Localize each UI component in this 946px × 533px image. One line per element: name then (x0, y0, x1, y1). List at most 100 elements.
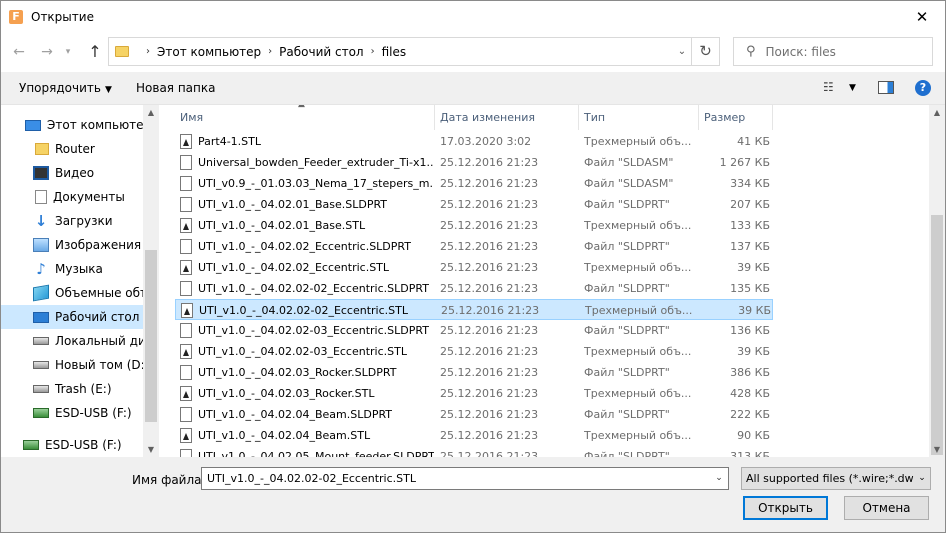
table-row[interactable]: UTI_v1.0_-_04.02.01_Base.SLDPRT 25.12.201… (175, 194, 773, 215)
file-date: 25.12.2016 21:23 (440, 408, 539, 421)
table-row[interactable]: UTI_v1.0_-_04.02.02-02_Eccentric.STL 25.1… (175, 299, 773, 320)
chevron-down-icon[interactable]: ⌄ (673, 38, 691, 65)
close-button[interactable]: ✕ (899, 1, 945, 32)
breadcrumb-this-pc[interactable]: Этот компьютер (157, 45, 261, 59)
preview-pane-icon[interactable] (878, 81, 894, 94)
scroll-up-icon[interactable]: ▲ (143, 105, 159, 121)
scrollbar-thumb[interactable] (145, 250, 157, 422)
sidebar-scrollbar[interactable]: ▲ ▼ (143, 105, 159, 458)
file-size: 428 КБ (730, 387, 770, 400)
sidebar-item-drive-e[interactable]: Trash (E:) (1, 377, 143, 401)
file-name: Part4-1.STL (180, 131, 434, 152)
address-bar[interactable]: › Этот компьютер › Рабочий стол › files … (108, 37, 720, 66)
file-date: 25.12.2016 21:23 (440, 429, 539, 442)
new-folder-button[interactable]: Новая папка (136, 81, 215, 95)
sidebar-item-music[interactable]: ♪ Музыка (1, 257, 143, 281)
file-name-text: UTI_v1.0_-_04.02.01_Base.STL (198, 219, 366, 232)
chevron-right-icon[interactable]: › (268, 46, 272, 57)
cancel-button[interactable]: Отмена (844, 496, 929, 520)
sidebar-item-downloads[interactable]: ↓ Загрузки (1, 209, 143, 233)
table-row[interactable]: Part4-1.STL 17.03.2020 3:02 Трехмерный объ… (175, 131, 773, 152)
main-area: Этот компьютер Router Видео Документы ↓ З… (1, 104, 945, 458)
sidebar-item-label: ESD-USB (F:) (45, 438, 122, 452)
sidebar-item-drive-f[interactable]: ESD-USB (F:) (1, 401, 143, 425)
breadcrumb-desktop[interactable]: Рабочий стол (279, 45, 363, 59)
table-row[interactable]: UTI_v1.0_-_04.02.02_Eccentric.SLDPRT 25.1… (175, 236, 773, 257)
search-input[interactable]: ⚲ Поиск: files (733, 37, 933, 66)
3d-objects-icon (33, 284, 49, 302)
chevron-down-icon[interactable]: ⌄ (914, 468, 930, 489)
table-row[interactable]: UTI_v1.0_-_04.02.03_Rocker.SLDPRT 25.12.2… (175, 362, 773, 383)
open-button[interactable]: Открыть (743, 496, 828, 520)
file-size: 137 КБ (730, 240, 770, 253)
file-date: 17.03.2020 3:02 (440, 135, 532, 148)
file-size: 207 КБ (730, 198, 770, 211)
breadcrumb-files[interactable]: files (382, 45, 407, 59)
sidebar-item-this-pc[interactable]: Этот компьютер (1, 113, 143, 137)
file-type: Файл "SLDPRT" (584, 240, 670, 253)
file-name-text: UTI_v1.0_-_04.02.04_Beam.STL (198, 429, 371, 442)
sidebar-item-pictures[interactable]: Изображения (1, 233, 143, 257)
view-options-icon[interactable]: ☷ (823, 80, 834, 94)
filename-value: UTI_v1.0_-_04.02.02-02_Eccentric.STL (207, 472, 416, 485)
file-type: Файл "SLDASM" (584, 177, 674, 190)
file-size: 386 КБ (730, 366, 770, 379)
table-row[interactable]: UTI_v1.0_-_04.02.02-02_Eccentric.SLDPRT 2… (175, 278, 773, 299)
scroll-down-icon[interactable]: ▼ (143, 442, 159, 458)
file-name-text: UTI_v1.0_-_04.02.02-03_Eccentric.STL (198, 345, 407, 358)
documents-icon (35, 190, 47, 204)
column-size[interactable]: Размер (699, 105, 773, 130)
stl-file-icon (180, 428, 192, 443)
scroll-down-icon[interactable]: ▼ (929, 442, 945, 458)
file-type-select[interactable]: All supported files (*.wire;*.dwg ⌄ (741, 467, 931, 490)
sidebar-item-3d-objects[interactable]: Объемные объ (1, 281, 143, 305)
chevron-right-icon[interactable]: › (371, 46, 375, 57)
sidebar-item-local-disk[interactable]: Локальный дис (1, 329, 143, 353)
file-size: 39 КБ (737, 261, 770, 274)
recent-locations-button[interactable]: ▾ (61, 42, 75, 62)
sidebar-item-desktop[interactable]: Рабочий стол (1, 305, 143, 329)
sidebar-item-label: Изображения (55, 238, 142, 252)
caret-down-icon[interactable]: ▼ (849, 83, 856, 93)
column-name[interactable]: Имя (175, 105, 435, 130)
help-icon[interactable]: ? (915, 80, 931, 96)
scroll-up-icon[interactable]: ▲ (929, 105, 945, 121)
forward-button[interactable]: → (37, 42, 57, 62)
drive-icon (33, 385, 49, 393)
file-name: UTI_v1.0_-_04.02.02_Eccentric.SLDPRT (180, 236, 434, 257)
chevron-down-icon[interactable]: ⌄ (710, 468, 728, 489)
sidebar-item-label: Загрузки (55, 214, 113, 228)
file-name: UTI_v1.0_-_04.02.02-02_Eccentric.STL (181, 300, 435, 321)
address-row: ← → ▾ ↑ › Этот компьютер › Рабочий стол … (1, 32, 945, 72)
table-row[interactable]: UTI_v1.0_-_04.02.02-03_Eccentric.SLDPRT 2… (175, 320, 773, 341)
table-row[interactable]: Universal_bowden_Feeder_extruder_Ti-x1..… (175, 152, 773, 173)
refresh-button[interactable]: ↻ (691, 38, 719, 65)
sidebar-item-videos[interactable]: Видео (1, 161, 143, 185)
chevron-right-icon[interactable]: › (146, 46, 150, 57)
table-row[interactable]: UTI_v1.0_-_04.02.02_Eccentric.STL 25.12.2… (175, 257, 773, 278)
file-name-text: UTI_v1.0_-_04.02.02-02_Eccentric.STL (199, 304, 408, 317)
document-file-icon (180, 239, 192, 254)
filename-input[interactable]: UTI_v1.0_-_04.02.02-02_Eccentric.STL ⌄ (201, 467, 729, 490)
table-row[interactable]: UTI_v0.9_-_01.03.03_Nema_17_stepers_m...… (175, 173, 773, 194)
table-row[interactable]: UTI_v1.0_-_04.02.04_Beam.SLDPRT 25.12.201… (175, 404, 773, 425)
bottom-panel: Имя файла: UTI_v1.0_-_04.02.02-02_Eccent… (1, 457, 945, 532)
back-button[interactable]: ← (9, 42, 29, 62)
table-row[interactable]: UTI_v1.0_-_04.02.04_Beam.STL 25.12.2016 2… (175, 425, 773, 446)
sidebar-item-router[interactable]: Router (1, 137, 143, 161)
file-size: 1 267 КБ (719, 156, 770, 169)
organize-button[interactable]: Упорядочить ▼ (19, 81, 112, 95)
file-list-scrollbar[interactable]: ▲ ▼ (929, 105, 945, 458)
sidebar-item-documents[interactable]: Документы (1, 185, 143, 209)
sidebar-item-drive-d[interactable]: Новый том (D:) (1, 353, 143, 377)
up-button[interactable]: ↑ (85, 42, 105, 62)
file-name-text: Part4-1.STL (198, 135, 262, 148)
table-row[interactable]: UTI_v1.0_-_04.02.02-03_Eccentric.STL 25.1… (175, 341, 773, 362)
column-date[interactable]: Дата изменения (435, 105, 579, 130)
table-row[interactable]: UTI_v1.0_-_04.02.01_Base.STL 25.12.2016 2… (175, 215, 773, 236)
scrollbar-thumb[interactable] (931, 215, 943, 455)
table-row[interactable]: UTI_v1.0_-_04.02.03_Rocker.STL 25.12.2016… (175, 383, 773, 404)
column-type[interactable]: Тип (579, 105, 699, 130)
sidebar-item-usb-root[interactable]: ESD-USB (F:) (1, 433, 143, 457)
computer-icon (25, 119, 41, 131)
